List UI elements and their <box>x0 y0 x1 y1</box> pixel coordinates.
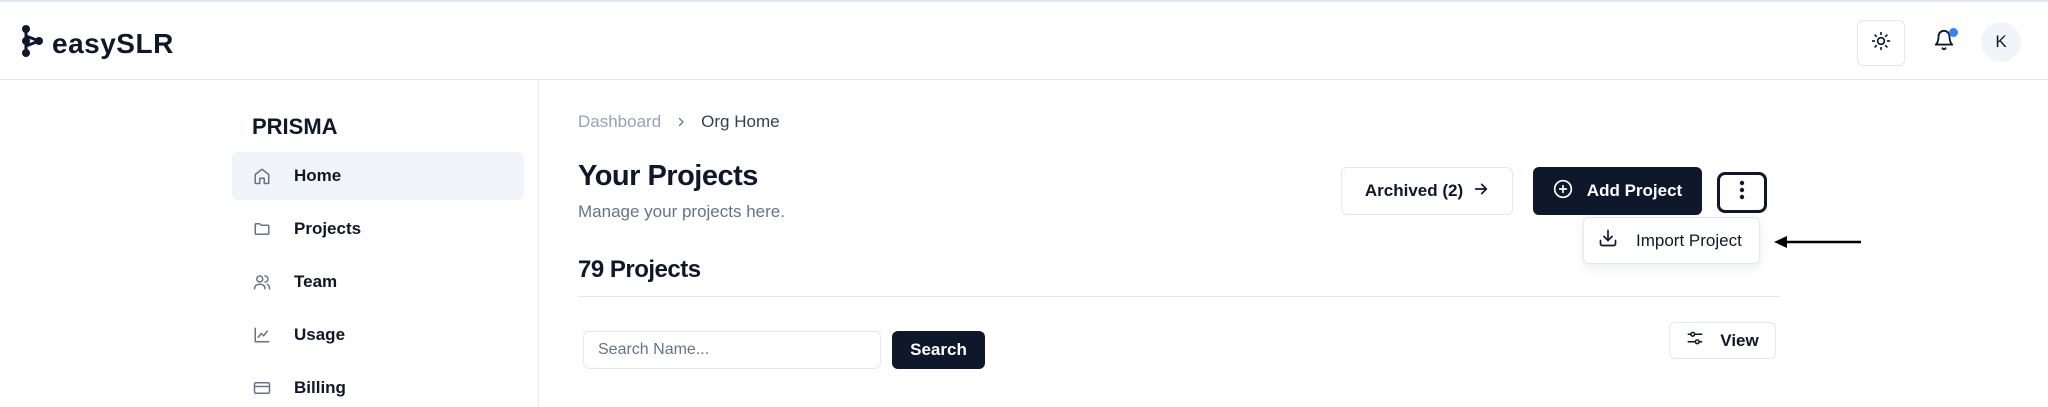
sidebar-item-label: Projects <box>294 219 362 238</box>
annotation-arrow-icon <box>1773 232 1863 252</box>
more-vertical-icon <box>1739 180 1745 205</box>
sidebar-item-label: Usage <box>294 325 346 344</box>
sidebar: PRISMA Home Projects Team Usage Billing <box>0 80 539 407</box>
projects-count-heading: 79 Projects <box>578 256 701 283</box>
sidebar-item-home[interactable]: Home <box>232 152 524 200</box>
menu-item-import-project[interactable]: Import Project <box>1598 228 1742 253</box>
home-icon <box>252 166 272 186</box>
more-options-button[interactable] <box>1717 172 1767 213</box>
sidebar-item-label: Team <box>294 272 338 291</box>
users-icon <box>252 272 272 292</box>
add-project-label: Add Project <box>1586 181 1683 200</box>
logo-mark-icon <box>20 24 46 63</box>
breadcrumb-current: Org Home <box>701 112 780 131</box>
arrow-right-icon <box>1473 181 1489 202</box>
logo-text: easySLR <box>52 27 174 59</box>
sidebar-item-label: Billing <box>294 378 346 397</box>
breadcrumb: Dashboard Org Home <box>578 112 780 132</box>
divider <box>578 296 1780 297</box>
sidebar-heading: PRISMA <box>252 114 338 139</box>
search-input[interactable] <box>583 331 881 369</box>
search-button[interactable]: Search <box>892 331 985 369</box>
app-logo[interactable]: easySLR <box>20 24 174 63</box>
view-button-label: View <box>1720 330 1759 350</box>
sliders-icon <box>1686 329 1704 352</box>
notification-badge <box>1949 28 1958 37</box>
archived-button[interactable]: Archived (2) <box>1341 167 1513 215</box>
notifications-button[interactable] <box>1922 20 1966 64</box>
sidebar-item-team[interactable]: Team <box>232 258 524 306</box>
view-button[interactable]: View <box>1669 322 1776 359</box>
download-icon <box>1598 228 1618 253</box>
archived-button-label: Archived (2) <box>1364 181 1464 200</box>
sidebar-item-label: Home <box>294 166 342 185</box>
sidebar-item-billing[interactable]: Billing <box>232 364 524 407</box>
sun-icon <box>1871 31 1891 56</box>
more-options-menu: Import Project <box>1583 217 1760 264</box>
breadcrumb-dashboard-link[interactable]: Dashboard <box>578 112 661 132</box>
sidebar-item-usage[interactable]: Usage <box>232 311 524 359</box>
page-subtitle: Manage your projects here. <box>578 202 785 221</box>
import-project-label: Import Project <box>1636 230 1742 250</box>
theme-toggle-button[interactable] <box>1857 20 1905 66</box>
folder-icon <box>252 219 272 239</box>
sidebar-item-projects[interactable]: Projects <box>232 205 524 253</box>
credit-card-icon <box>252 378 272 398</box>
plus-circle-icon <box>1553 179 1573 204</box>
chevron-right-icon <box>675 116 687 128</box>
chart-line-icon <box>252 325 272 345</box>
user-avatar[interactable]: K <box>1981 22 2021 62</box>
add-project-button[interactable]: Add Project <box>1533 167 1702 215</box>
top-bar: easySLR K <box>0 0 2048 80</box>
page-title: Your Projects <box>578 160 758 192</box>
